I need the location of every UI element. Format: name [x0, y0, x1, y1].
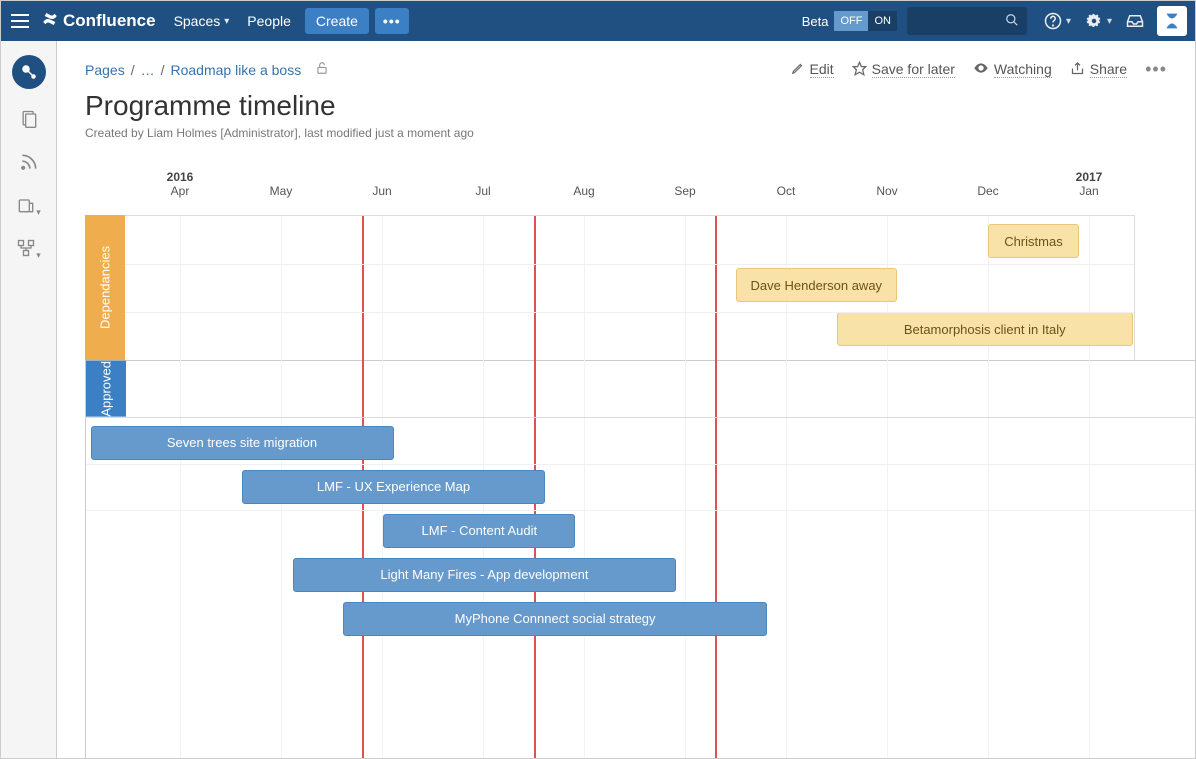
unlock-icon[interactable] [315, 61, 329, 78]
timeline-tick: Jul [475, 170, 490, 198]
breadcrumb-ellipsis[interactable]: … [141, 62, 155, 78]
shortcut-icon[interactable]: ▾ [16, 195, 41, 218]
roadmap-bar[interactable]: LMF - Content Audit [383, 514, 575, 548]
nav-spaces[interactable]: Spaces▾ [174, 13, 230, 29]
roadmap-bar[interactable]: Light Many Fires - App development [293, 558, 677, 592]
swimlane-dependencies-label: Dependancies [85, 215, 125, 360]
roadmap-bar[interactable]: Christmas [988, 224, 1079, 258]
edit-action[interactable]: Edit [791, 61, 834, 78]
save-for-later-action[interactable]: Save for later [852, 61, 955, 79]
help-icon[interactable]: ▾ [1044, 12, 1071, 30]
nav-people[interactable]: People [247, 13, 291, 29]
user-avatar[interactable] [1157, 6, 1187, 36]
pages-icon[interactable] [19, 109, 39, 132]
timeline-tick: Jun [372, 170, 391, 198]
tree-icon[interactable]: ▾ [16, 238, 41, 261]
gear-icon[interactable]: ▾ [1085, 12, 1112, 30]
beta-label: Beta [802, 14, 829, 29]
page-more-actions[interactable]: ••• [1145, 59, 1167, 80]
search-icon [1005, 13, 1019, 30]
search-input[interactable] [907, 7, 1027, 35]
share-action[interactable]: Share [1070, 61, 1127, 79]
brand[interactable]: Confluence [41, 10, 156, 33]
create-button[interactable]: Create [305, 8, 369, 34]
roadmap-timeline: 2016Apr May Jun Jul Aug Sep Oct Nov Dec 2… [85, 170, 1135, 758]
nav-more-button[interactable]: ••• [375, 8, 409, 34]
toggle-on[interactable]: ON [868, 11, 897, 31]
swimlane-approved: Seven trees site migration LMF - UX Exper… [86, 417, 1195, 758]
app-switcher[interactable] [9, 10, 31, 32]
swimlane-approved-label: Approved [86, 361, 126, 417]
eye-icon [973, 60, 989, 79]
timeline-tick: 2017Jan [1076, 170, 1103, 198]
roadmap-bar[interactable]: Betamorphosis client in Italy [837, 312, 1134, 346]
beta-toggle[interactable]: OFF ON [834, 11, 897, 31]
swimlane-dependencies: Christmas Dave Henderson away Betamorphosi… [125, 215, 1135, 360]
timeline-tick: 2016Apr [167, 170, 194, 198]
page-title: Programme timeline [85, 90, 1167, 122]
timeline-tick: Oct [777, 170, 796, 198]
timeline-tick: Dec [977, 170, 998, 198]
space-avatar[interactable] [12, 55, 46, 89]
confluence-logo-icon [41, 10, 59, 33]
rss-icon[interactable] [19, 152, 39, 175]
breadcrumb-current[interactable]: Roadmap like a boss [170, 62, 301, 78]
timeline-tick: May [270, 170, 293, 198]
brand-name: Confluence [63, 11, 156, 31]
roadmap-bar[interactable]: Seven trees site migration [91, 426, 394, 460]
breadcrumb-pages[interactable]: Pages [85, 62, 125, 78]
roadmap-bar[interactable]: Dave Henderson away [736, 268, 898, 302]
watching-action[interactable]: Watching [973, 60, 1052, 79]
timeline-tick: Nov [876, 170, 897, 198]
toggle-off[interactable]: OFF [834, 11, 868, 31]
star-icon [852, 61, 867, 79]
timeline-tick: Sep [674, 170, 695, 198]
roadmap-bar[interactable]: LMF - UX Experience Map [242, 470, 545, 504]
page-byline: Created by Liam Holmes [Administrator], … [85, 126, 1167, 140]
timeline-tick: Aug [573, 170, 594, 198]
left-rail: ▾ ▾ [1, 41, 57, 758]
breadcrumb: Pages / … / Roadmap like a boss [85, 61, 791, 78]
roadmap-bar[interactable]: MyPhone Connnect social strategy [343, 602, 767, 636]
share-icon [1070, 61, 1085, 79]
pencil-icon [791, 61, 805, 78]
tray-icon[interactable] [1126, 12, 1144, 30]
chevron-down-icon: ▾ [224, 16, 229, 27]
